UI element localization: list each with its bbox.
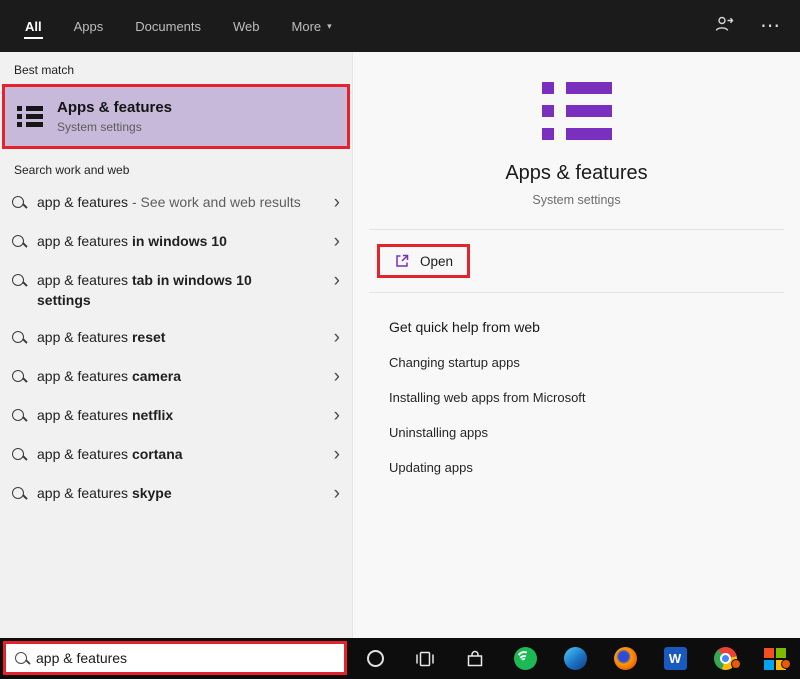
apps-features-large-icon [541, 82, 612, 140]
chevron-right-icon[interactable]: › [334, 405, 340, 427]
best-match-title: Apps & features [57, 99, 173, 116]
annotation-open-button: Open [377, 244, 471, 278]
help-link-uninstalling[interactable]: Uninstalling apps [389, 425, 488, 440]
search-web-header: Search work and web [14, 163, 130, 177]
chrome-icon[interactable] [713, 647, 741, 671]
filter-tabs: All Apps Documents Web More ▾ [24, 0, 333, 52]
annotation-best-match: Apps & features System settings [2, 84, 350, 149]
search-icon [12, 409, 24, 421]
suggestion-row[interactable]: app & features cortana › [0, 436, 352, 475]
result-preview-panel: Apps & features System settings Open Get… [352, 52, 800, 638]
edge-icon[interactable] [563, 647, 587, 671]
tab-web[interactable]: Web [232, 0, 261, 52]
tab-apps[interactable]: Apps [73, 0, 105, 52]
spotify-icon[interactable] [513, 647, 537, 671]
help-link-web-apps[interactable]: Installing web apps from Microsoft [389, 390, 586, 405]
open-button-label: Open [420, 253, 454, 269]
search-filter-bar: All Apps Documents Web More ▾ ⋯ [0, 0, 800, 52]
search-input[interactable] [36, 650, 335, 666]
firefox-icon[interactable] [613, 647, 637, 671]
search-icon [12, 235, 24, 247]
annotation-search-box [3, 641, 347, 675]
quick-help-header: Get quick help from web [389, 319, 540, 335]
open-button[interactable]: Open [380, 247, 467, 275]
microsoft-store-icon[interactable] [463, 647, 487, 671]
chevron-right-icon[interactable]: › [334, 192, 340, 214]
suggestion-row[interactable]: app & features camera › [0, 358, 352, 397]
preview-subtitle: System settings [532, 193, 621, 207]
search-results-panel: Best match Apps & features System settin… [0, 52, 352, 638]
apps-features-icon [17, 106, 43, 127]
suggestion-row[interactable]: app & features netflix › [0, 397, 352, 436]
chevron-right-icon[interactable]: › [334, 444, 340, 466]
suggestion-row[interactable]: app & features - See work and web result… [0, 184, 352, 223]
chevron-right-icon[interactable]: › [334, 231, 340, 253]
search-icon [12, 487, 24, 499]
ellipsis-icon[interactable]: ⋯ [760, 16, 780, 36]
chevron-right-icon[interactable]: › [334, 327, 340, 349]
search-icon [12, 196, 24, 208]
notification-badge [781, 658, 791, 669]
windows-search-flyout: All Apps Documents Web More ▾ ⋯ Best mat… [0, 0, 800, 679]
chevron-right-icon[interactable]: › [334, 483, 340, 505]
suggestion-row[interactable]: app & features in windows 10 › [0, 223, 352, 262]
help-link-startup-apps[interactable]: Changing startup apps [389, 355, 520, 370]
tab-documents[interactable]: Documents [134, 0, 202, 52]
best-match-subtitle: System settings [57, 120, 142, 134]
chevron-right-icon[interactable]: › [334, 366, 340, 388]
help-link-updating[interactable]: Updating apps [389, 460, 473, 475]
task-view-icon[interactable] [413, 647, 437, 671]
notification-badge [731, 658, 741, 669]
search-icon [12, 370, 24, 382]
cortana-icon[interactable] [363, 647, 387, 671]
search-icon [12, 448, 24, 460]
chevron-down-icon: ▾ [327, 20, 332, 31]
search-icon [12, 331, 24, 343]
word-icon[interactable]: W [663, 647, 687, 671]
best-match-header: Best match [14, 63, 75, 77]
tab-all[interactable]: All [24, 0, 43, 52]
microsoft-app-icon[interactable] [763, 647, 791, 671]
suggestion-row[interactable]: app & features skype › [0, 475, 352, 514]
suggestion-row[interactable]: app & features reset › [0, 319, 352, 358]
search-icon [12, 274, 24, 286]
tab-more[interactable]: More ▾ [291, 0, 333, 52]
topbar-actions: ⋯ [714, 15, 780, 38]
sign-in-icon[interactable] [714, 15, 734, 38]
open-external-icon [396, 254, 409, 267]
preview-title: Apps & features [505, 162, 648, 184]
search-icon [15, 652, 27, 664]
best-match-result[interactable]: Apps & features System settings [5, 87, 347, 146]
suggestion-row[interactable]: app & features tab in windows 10 setting… [0, 262, 352, 319]
chevron-right-icon[interactable]: › [334, 270, 340, 292]
quick-help-section: Get quick help from web Changing startup… [353, 293, 800, 501]
